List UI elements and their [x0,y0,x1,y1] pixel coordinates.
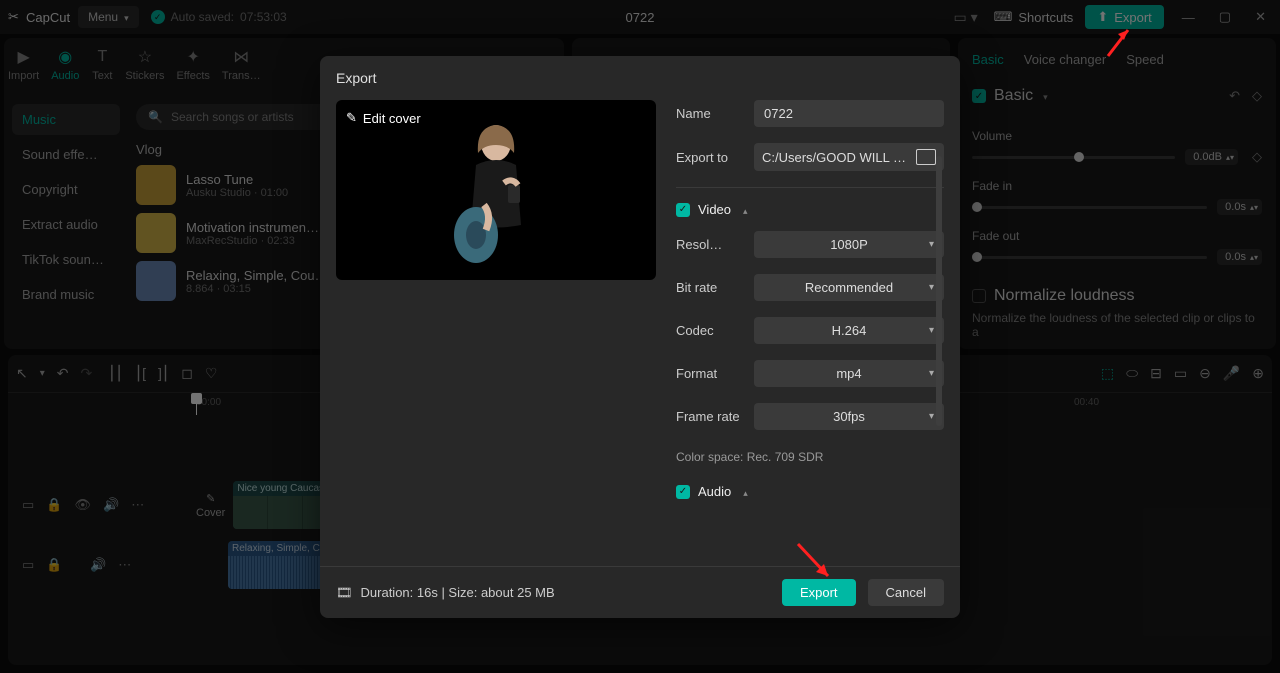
duration-info: Duration: 16s | Size: about 25 MB [361,585,555,600]
framerate-label: Frame rate [676,409,754,424]
cancel-button[interactable]: Cancel [868,579,944,606]
video-checkbox[interactable] [676,203,690,217]
pencil-icon: ✎ [346,110,357,126]
resolution-select[interactable]: 1080P▾ [754,231,944,258]
bitrate-select[interactable]: Recommended▾ [754,274,944,301]
export-confirm-button[interactable]: Export [782,579,856,606]
bitrate-label: Bit rate [676,280,754,295]
format-label: Format [676,366,754,381]
edit-cover-button[interactable]: ✎ Edit cover [346,110,421,126]
exportto-label: Export to [676,150,754,165]
format-select[interactable]: mp4▾ [754,360,944,387]
codec-select[interactable]: H.264▾ [754,317,944,344]
dialog-scrollbar[interactable] [936,156,942,426]
codec-label: Codec [676,323,754,338]
exportto-input[interactable]: C:/Users/GOOD WILL … [754,143,944,171]
chevron-up-icon [739,202,748,217]
chevron-up-icon [739,484,748,499]
audio-checkbox[interactable] [676,485,690,499]
framerate-select[interactable]: 30fps▾ [754,403,944,430]
dialog-title: Export [320,56,960,100]
cover-preview: ✎ Edit cover [336,100,656,280]
export-dialog: Export ✎ Edit cover [320,56,960,618]
resolution-label: Resol… [676,237,754,252]
colorspace-hint: Color space: Rec. 709 SDR [676,450,944,464]
film-icon: 🎞 [336,585,353,601]
name-input[interactable]: 0722 [754,100,944,127]
name-label: Name [676,106,754,121]
cover-image [436,115,556,265]
folder-icon[interactable] [916,149,936,165]
